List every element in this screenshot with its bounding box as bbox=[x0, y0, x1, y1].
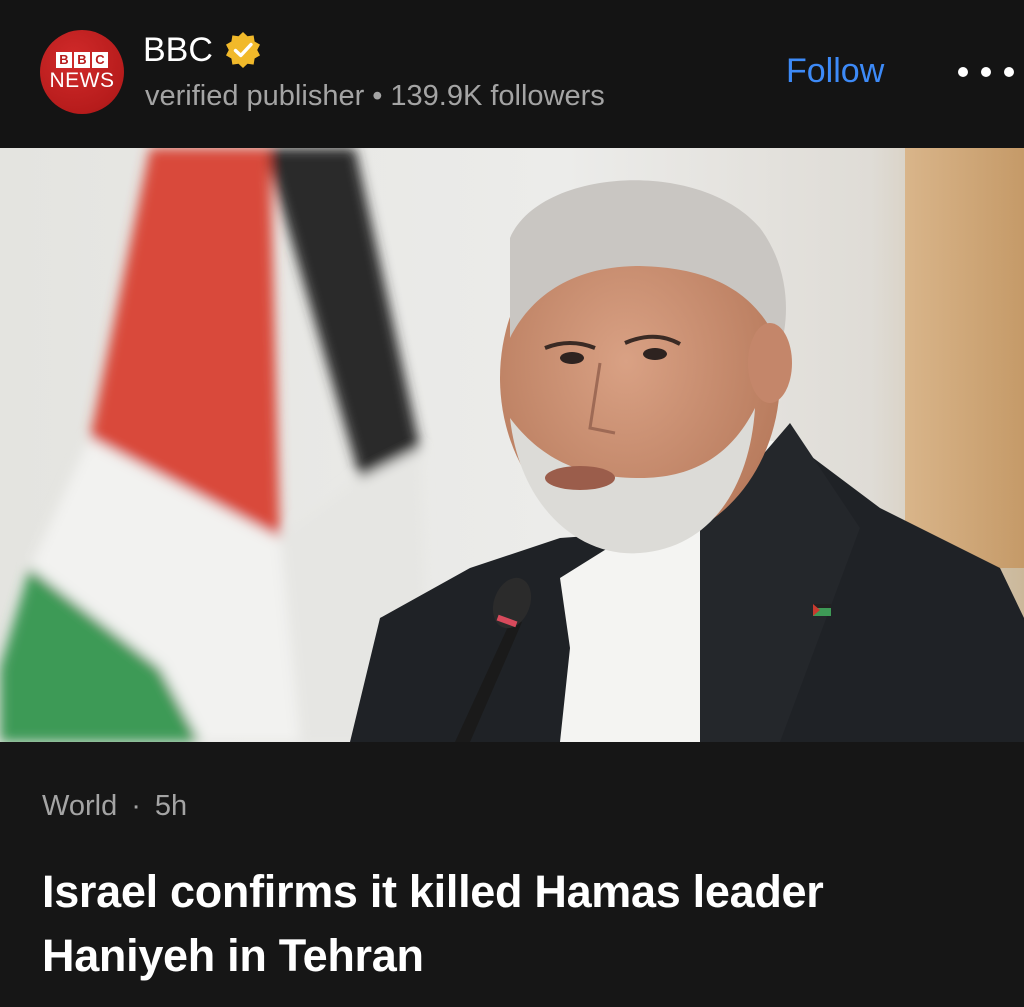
article-meta: World · 5h bbox=[42, 790, 187, 823]
wood-panel bbox=[905, 148, 1024, 568]
bbc-logo-block: B bbox=[74, 52, 90, 68]
bbc-logo-block: B bbox=[56, 52, 72, 68]
follow-button[interactable]: Follow bbox=[786, 52, 884, 91]
bbc-logo-blocks: B B C bbox=[56, 52, 108, 68]
more-dot bbox=[981, 67, 991, 77]
article-age: 5h bbox=[154, 790, 188, 822]
publisher-name-row[interactable]: BBC bbox=[143, 30, 263, 70]
meta-separator: · bbox=[131, 790, 141, 822]
more-dots-icon[interactable] bbox=[958, 60, 1014, 84]
publisher-meta: verified publisher • 139.9K followers bbox=[145, 80, 605, 113]
bbc-logo-block: C bbox=[92, 52, 108, 68]
article-hero-image[interactable] bbox=[0, 148, 1024, 742]
article-content[interactable]: World · 5h Israel confirms it killed Hamas… bbox=[0, 742, 1024, 1007]
more-dot bbox=[1004, 67, 1014, 77]
follower-count: 139.9K followers bbox=[390, 80, 605, 112]
publisher-type: verified publisher bbox=[145, 80, 365, 112]
hero-photo-illustration bbox=[0, 148, 1024, 742]
bbc-news-logo-avatar[interactable]: B B C NEWS bbox=[40, 30, 124, 114]
article-category[interactable]: World bbox=[42, 790, 117, 822]
verified-check-icon bbox=[225, 32, 260, 68]
publisher-header: B B C NEWS BBC verified publisher • 139.9K… bbox=[0, 0, 1024, 148]
more-dot bbox=[958, 67, 968, 77]
meta-separator: • bbox=[372, 80, 383, 112]
publisher-name: BBC bbox=[143, 30, 213, 69]
article-headline[interactable]: Israel confirms it killed Hamas leader H… bbox=[42, 860, 992, 988]
bbc-logo-news: NEWS bbox=[49, 69, 115, 92]
